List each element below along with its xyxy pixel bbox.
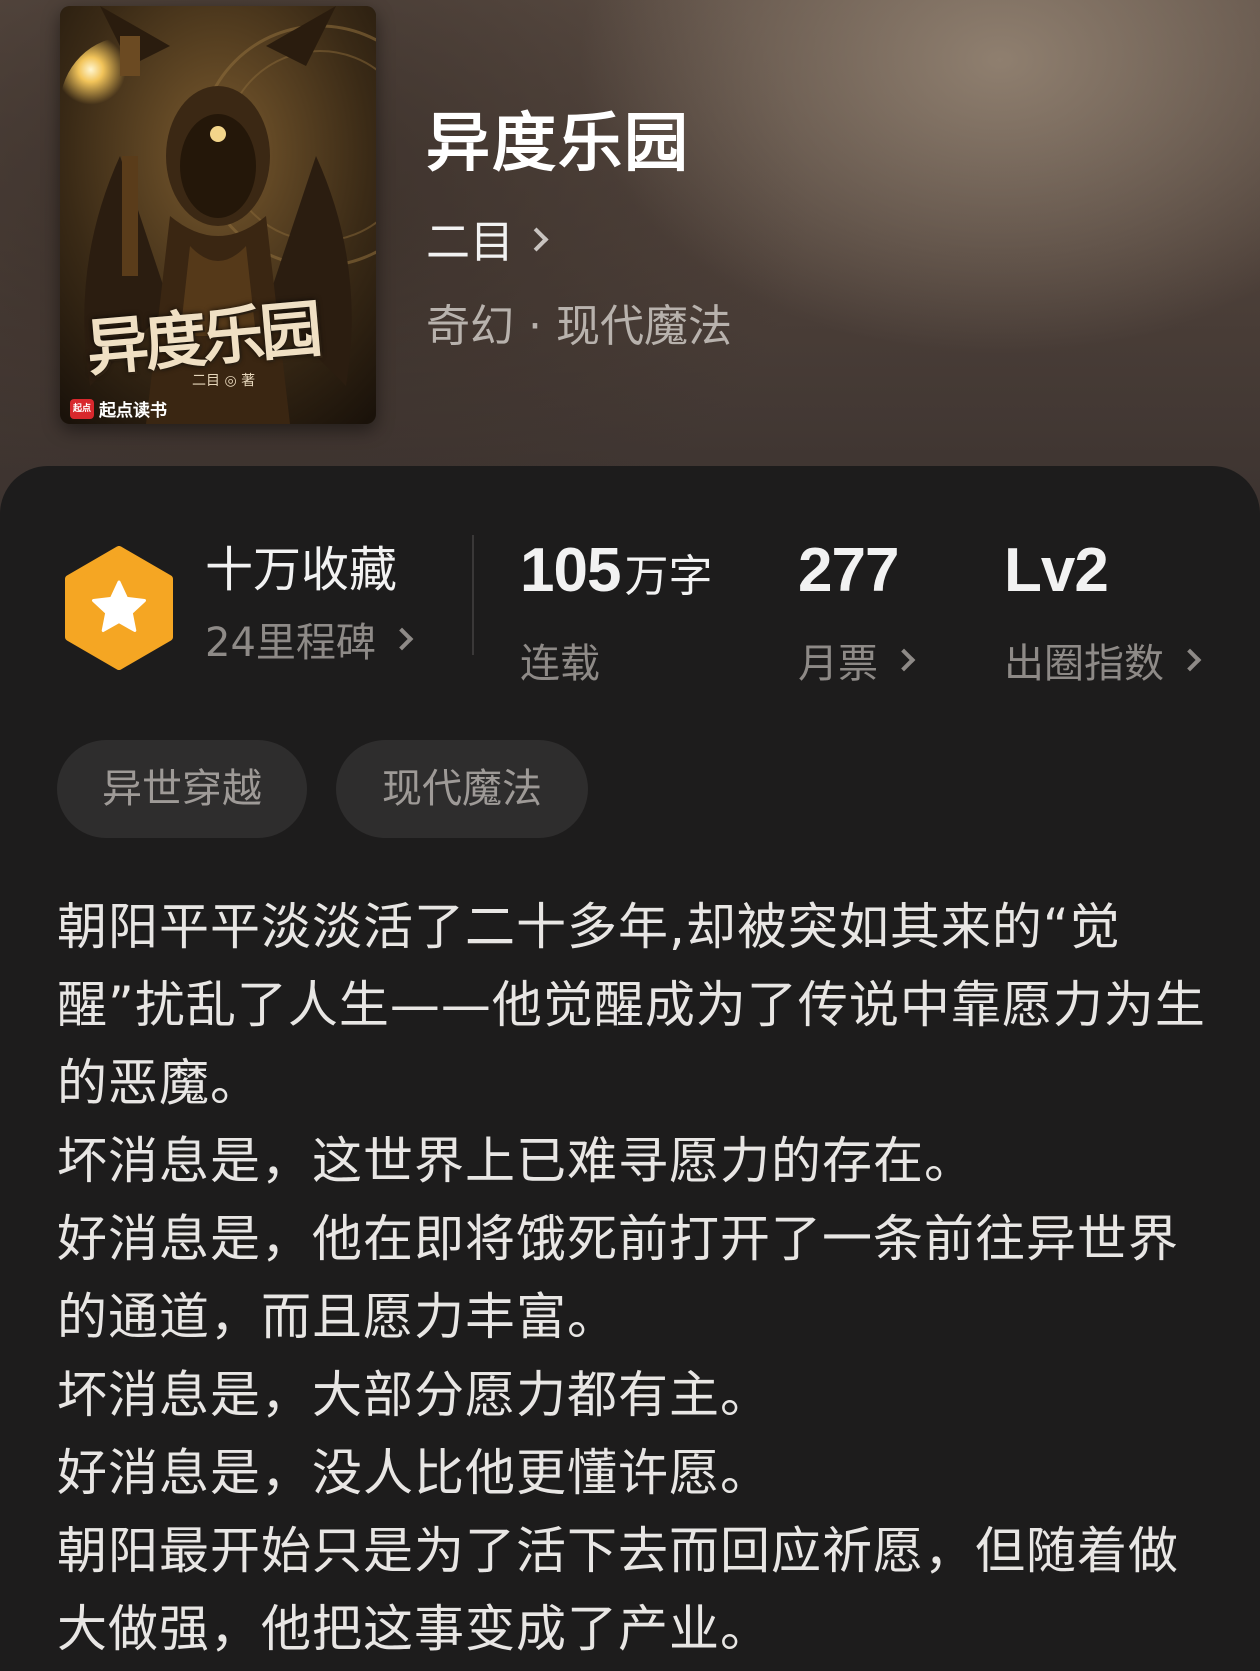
monthly-votes-stat[interactable]: 277 月票: [798, 536, 916, 689]
book-cover[interactable]: 异度乐园 二目 ◎ 著 起点 起点读书: [60, 6, 376, 424]
breakout-index-stat[interactable]: Lv2 出圈指数: [1004, 536, 1202, 689]
chevron-right-icon: [524, 226, 549, 252]
monthly-votes-label-row: 月票: [798, 631, 916, 689]
synopsis-paragraph: 坏消息是，大部分愿力都有主。: [57, 1366, 771, 1424]
breakout-index-label-row: 出圈指数: [1004, 631, 1202, 689]
cover-author-text: 二目 ◎ 著: [192, 373, 256, 389]
qidian-logo-icon: 起点: [70, 398, 94, 419]
collection-subtitle: 24里程碑: [205, 620, 376, 666]
tag-chip[interactable]: 现代魔法: [336, 740, 588, 838]
breakout-index-level: Lv2: [1004, 536, 1109, 605]
milestone-badge-icon[interactable]: [62, 546, 176, 670]
author-link[interactable]: 二目: [426, 206, 549, 270]
cover-brand-text: 起点读书: [99, 401, 167, 421]
chevron-right-icon: [892, 648, 916, 672]
chevron-right-icon: [1178, 648, 1202, 672]
collection-stat[interactable]: 十万收藏 24里程碑: [205, 540, 414, 668]
word-count-stat: 105万字 连载: [520, 536, 712, 689]
synopsis-paragraph: 朝阳最开始只是为了活下去而回应祈愿，但随着做大做强，他把这事变成了产业。: [57, 1522, 1179, 1658]
word-count-value: 105万字: [520, 536, 712, 621]
genre-label: 奇幻 · 现代魔法: [426, 301, 732, 352]
monthly-votes-number: 277: [798, 536, 899, 605]
author-name: 二目: [426, 217, 514, 268]
book-title: 异度乐园: [426, 106, 690, 181]
synopsis-paragraph: 好消息是，没人比他更懂许愿。: [57, 1444, 771, 1502]
synopsis-paragraph: 坏消息是，这世界上已难寻愿力的存在。: [57, 1132, 975, 1190]
stats-divider: [472, 535, 474, 655]
synopsis-paragraph: 好消息是，他在即将饿死前打开了一条前往异世界的通道，而且愿力丰富。: [57, 1210, 1179, 1346]
chevron-right-icon: [390, 627, 414, 651]
synopsis-paragraph: 朝阳平平淡淡活了二十多年,却被突如其来的“觉醒”扰乱了人生——他觉醒成为了传说中…: [57, 898, 1206, 1112]
collection-title: 十万收藏: [205, 542, 398, 598]
word-count-unit: 万字: [624, 551, 713, 602]
cover-brand: 起点 起点读书: [70, 396, 167, 421]
monthly-votes-label: 月票: [798, 641, 878, 687]
breakout-index-label: 出圈指数: [1004, 641, 1164, 687]
collection-subtitle-row: 24里程碑: [205, 610, 414, 668]
serial-status: 连载: [520, 641, 600, 687]
word-count-label: 连载: [520, 631, 712, 689]
tag-chip[interactable]: 异世穿越: [57, 740, 307, 838]
word-count-number: 105: [520, 536, 621, 605]
synopsis: 朝阳平平淡淡活了二十多年,却被突如其来的“觉醒”扰乱了人生——他觉醒成为了传说中…: [57, 888, 1217, 1668]
